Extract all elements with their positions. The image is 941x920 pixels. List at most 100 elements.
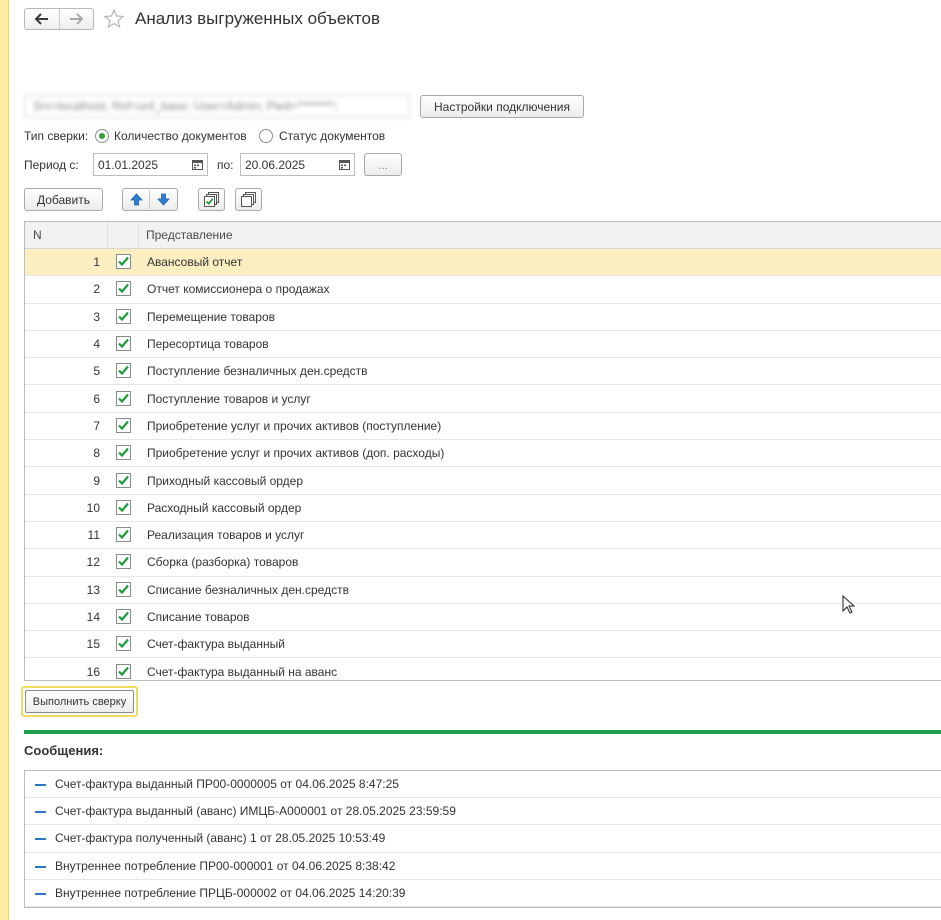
table-row[interactable]: 10 Расходный кассовый ордер: [25, 495, 941, 522]
table-row[interactable]: 7 Приобретение услуг и прочих активов (по…: [25, 413, 941, 441]
table-row[interactable]: 5 Поступление безналичных ден.средств: [25, 358, 941, 386]
row-name: Отчет комиссионера о продажах: [147, 282, 330, 297]
period-from-field[interactable]: 01.01.2025: [93, 153, 208, 176]
row-checkbox[interactable]: [116, 336, 131, 352]
message-text: Внутреннее потребление ПР00-000001 от 04…: [55, 858, 396, 873]
move-buttons-group: [122, 188, 178, 211]
table-row[interactable]: 16 Счет-фактура выданный на аванс: [25, 658, 941, 680]
checkmark-icon: [118, 529, 129, 540]
add-button[interactable]: Добавить: [24, 188, 103, 211]
table-row[interactable]: 1 Авансовый отчет: [25, 249, 941, 277]
run-button-focus: Выполнить сверку: [21, 686, 138, 717]
row-number: 6: [93, 391, 100, 406]
row-checkbox[interactable]: [116, 254, 131, 270]
table-row[interactable]: 8 Приобретение услуг и прочих активов (до…: [25, 440, 941, 468]
message-item[interactable]: Внутреннее потребление ПР00-000001 от 04…: [25, 853, 941, 880]
splitter-line: [24, 730, 941, 734]
row-name: Авансовый отчет: [147, 255, 243, 270]
period-to-field[interactable]: 20.06.2025: [240, 153, 355, 176]
calendar-icon[interactable]: [335, 154, 354, 175]
radio-documents-status-label[interactable]: Статус документов: [279, 129, 385, 143]
table-row[interactable]: 15 Счет-фактура выданный: [25, 631, 941, 659]
table-row[interactable]: 14 Списание товаров: [25, 604, 941, 632]
checkmark-icon: [118, 639, 129, 649]
message-dash-icon: [35, 838, 46, 841]
row-checkbox[interactable]: [116, 554, 131, 570]
check-all-button[interactable]: [198, 188, 225, 211]
connection-string-field[interactable]: Srv=localhost; Ref=unf_base; User=Admin;…: [24, 95, 410, 118]
move-up-button[interactable]: [130, 193, 143, 209]
move-down-button[interactable]: [157, 193, 170, 209]
table-row[interactable]: 12 Сборка (разборка) товаров: [25, 549, 941, 577]
run-sverka-button[interactable]: Выполнить сверку: [25, 690, 134, 713]
row-checkbox[interactable]: [116, 609, 131, 624]
checkmark-icon: [118, 284, 129, 294]
row-checkbox[interactable]: [116, 499, 131, 515]
message-dash-icon: [35, 811, 46, 814]
message-text: Счет-фактура полученный (аванс) 1 от 28.…: [55, 831, 386, 846]
row-name: Счет-фактура выданный на аванс: [147, 664, 338, 679]
table-row[interactable]: 3 Перемещение товаров: [25, 304, 941, 331]
row-checkbox[interactable]: [116, 445, 131, 461]
row-number: 11: [87, 528, 100, 543]
table-row[interactable]: 11 Реализация товаров и услуг: [25, 522, 941, 550]
row-number: 7: [93, 418, 100, 433]
row-checkbox[interactable]: [116, 472, 131, 488]
radio-documents-count[interactable]: [95, 129, 109, 143]
row-number: 13: [86, 582, 100, 597]
radio-documents-status[interactable]: [259, 129, 273, 143]
row-checkbox[interactable]: [116, 281, 131, 297]
back-button[interactable]: [25, 9, 59, 29]
table-row[interactable]: 6 Поступление товаров и услуг: [25, 385, 941, 413]
calendar-icon[interactable]: [188, 154, 207, 175]
uncheck-all-button[interactable]: [235, 188, 262, 211]
checkmark-icon: [118, 338, 129, 349]
checkmark-icon: [118, 256, 129, 267]
row-number: 14: [86, 610, 100, 624]
objects-table[interactable]: N Представление 1 Авансовый отчет 2 Отчет к…: [24, 221, 941, 681]
checkmark-icon: [118, 475, 129, 485]
row-name: Списание товаров: [147, 610, 250, 624]
message-dash-icon: [35, 892, 46, 895]
column-header-n[interactable]: N: [33, 222, 42, 248]
arrow-down-icon: [157, 193, 170, 206]
table-row[interactable]: 2 Отчет комиссионера о продажах: [25, 276, 941, 304]
period-to-value: 20.06.2025: [245, 157, 306, 172]
row-checkbox[interactable]: [116, 527, 131, 543]
message-dash-icon: [35, 865, 46, 868]
period-select-button[interactable]: ...: [364, 153, 402, 176]
message-item[interactable]: Внутреннее потребление ПРЦБ-000002 от 04…: [25, 880, 941, 907]
checkmark-icon: [118, 611, 129, 622]
radio-documents-count-label[interactable]: Количество документов: [114, 129, 247, 143]
checkmark-icon: [118, 584, 129, 594]
favorite-star-icon[interactable]: [103, 8, 125, 30]
row-number: 3: [93, 309, 100, 324]
message-item[interactable]: Счет-фактура выданный ПР00-0000005 от 04…: [25, 771, 941, 799]
checkmark-icon: [118, 420, 129, 431]
row-checkbox[interactable]: [116, 417, 131, 433]
connection-settings-button[interactable]: Настройки подключения: [420, 95, 584, 118]
row-checkbox[interactable]: [116, 308, 131, 324]
left-panel-strip: [0, 0, 9, 920]
message-text: Внутреннее потребление ПРЦБ-000002 от 04…: [55, 885, 406, 900]
message-item[interactable]: Счет-фактура полученный (аванс) 1 от 28.…: [25, 825, 941, 853]
row-number: 5: [93, 364, 100, 379]
row-checkbox[interactable]: [116, 663, 131, 679]
row-checkbox[interactable]: [116, 363, 131, 379]
uncheck-all-icon: [241, 192, 256, 207]
row-checkbox[interactable]: [116, 636, 131, 652]
row-name: Приобретение услуг и прочих активов (доп…: [147, 446, 445, 461]
forward-arrow-icon: [70, 13, 84, 25]
table-row[interactable]: 9 Приходный кассовый ордер: [25, 467, 941, 495]
row-checkbox[interactable]: [116, 581, 131, 597]
message-item[interactable]: Счет-фактура выданный (аванс) ИМЦБ-А0000…: [25, 798, 941, 826]
row-name: Расходный кассовый ордер: [147, 500, 302, 515]
row-checkbox[interactable]: [116, 390, 131, 406]
table-row[interactable]: 4 Пересортица товаров: [25, 331, 941, 359]
checkmark-icon: [118, 666, 129, 676]
table-row[interactable]: 13 Списание безналичных ден.средств: [25, 577, 941, 604]
table-header: N Представление: [25, 222, 941, 249]
messages-title: Сообщения:: [24, 743, 104, 758]
column-header-name[interactable]: Представление: [146, 222, 233, 248]
forward-button[interactable]: [58, 9, 94, 29]
